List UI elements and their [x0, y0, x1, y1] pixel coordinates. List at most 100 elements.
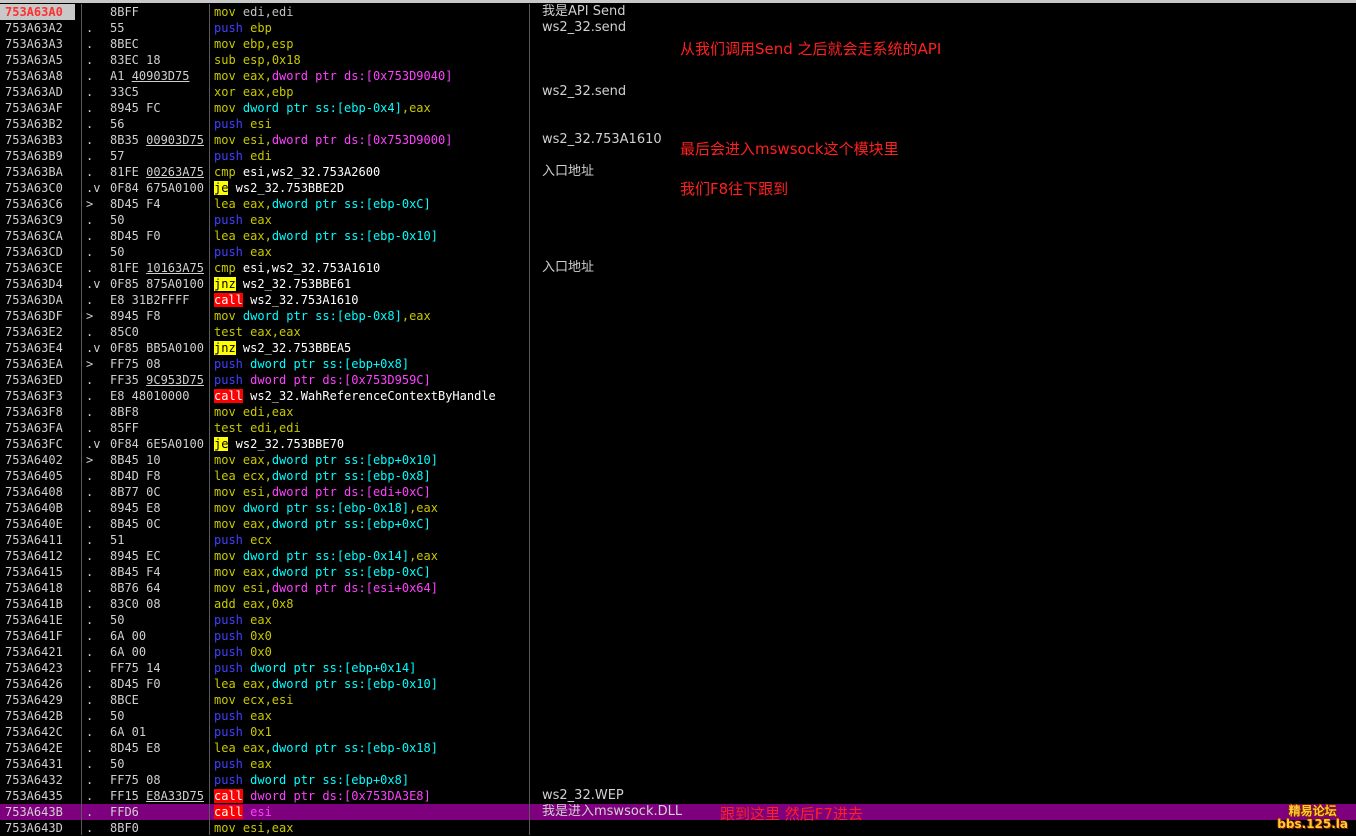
instruction-disassembly: call dword ptr ds:[0x753DA3E8]: [214, 788, 526, 804]
instruction-address: 753A63F3: [5, 389, 63, 403]
instruction-hex-bytes: 8B45 10: [110, 453, 161, 467]
instruction-operand: dword ptr ss:[ebp+0x8]: [242, 773, 410, 787]
instruction-hex-bytes: FF75 08: [110, 357, 161, 371]
instruction-row[interactable]: 753A6421. 6A 00 push 0x0: [0, 644, 1356, 660]
instruction-mnemonic: push: [214, 613, 243, 627]
instruction-row[interactable]: 753A63E2. 85C0 test eax,eax: [0, 324, 1356, 340]
instruction-disassembly: push dword ptr ss:[ebp+0x8]: [214, 356, 526, 372]
instruction-row[interactable]: 753A63C9. 50 push eax: [0, 212, 1356, 228]
instruction-row[interactable]: 753A63A5. 83EC 18 sub esp,0x18: [0, 52, 1356, 68]
instruction-address: 753A643D: [5, 821, 63, 835]
instruction-address: 753A643B: [5, 805, 63, 819]
instruction-operand: esi: [242, 805, 272, 819]
instruction-row[interactable]: 753A63CE. 81FE 10163A75 cmp esi,ws2_32.753…: [0, 260, 1356, 276]
instruction-row[interactable]: 753A63EA > FF75 08 push dword ptr ss:[ebp+0…: [0, 356, 1356, 372]
instruction-mnemonic: push: [214, 21, 243, 35]
jump-marker: [86, 4, 108, 20]
instruction-row[interactable]: 753A63D4 .v 0F85 875A0100 jnz ws2_32.753BBE…: [0, 276, 1356, 292]
instruction-hex-bytes: 8B35 00903D75: [110, 133, 204, 147]
instruction-hex-bytes: 6A 00: [110, 645, 147, 659]
instruction-operand: eax: [242, 613, 272, 627]
instruction-row[interactable]: 753A63A2. 55 push ebp ws2_32.send: [0, 20, 1356, 36]
instruction-address: 753A6412: [5, 549, 63, 563]
instruction-disassembly: push eax: [214, 708, 526, 724]
instruction-address: 753A63AD: [5, 85, 63, 99]
current-instruction-row[interactable]: 753A643B. FFD6 call esi 我是进入mswsock.DLL: [0, 804, 1356, 820]
instruction-row[interactable]: 753A63DA. E8 31B2FFFF call ws2_32.753A1610: [0, 292, 1356, 308]
jump-marker: .: [86, 69, 94, 83]
instruction-row[interactable]: 753A641F. 6A 00 push 0x0: [0, 628, 1356, 644]
instruction-address: 753A63CD: [5, 245, 63, 259]
instruction-row[interactable]: 753A6408. 8B77 0C mov esi,dword ptr ds:[ed…: [0, 484, 1356, 500]
instruction-disassembly: mov dword ptr ss:[ebp-0x8],eax: [214, 308, 526, 324]
instruction-row[interactable]: 753A63F3. E8 48010000 call ws2_32.WahRefer…: [0, 388, 1356, 404]
instruction-operand: ecx,: [235, 469, 272, 483]
instruction-operand: ws2_32.753BBE70: [228, 437, 345, 451]
instruction-row[interactable]: 753A640B. 8945 E8 mov dword ptr ss:[ebp-0x…: [0, 500, 1356, 516]
instruction-row[interactable]: 753A63BA. 81FE 00263A75 cmp esi,ws2_32.753…: [0, 164, 1356, 180]
instruction-row[interactable]: 753A6426. 8D45 F0 lea eax,dword ptr ss:[eb…: [0, 676, 1356, 692]
instruction-row[interactable]: 753A641E. 50 push eax: [0, 612, 1356, 628]
instruction-row[interactable]: 753A63F8. 8BF8 mov edi,eax: [0, 404, 1356, 420]
instruction-address: 753A63A2: [5, 21, 63, 35]
instruction-address: 753A640E: [5, 517, 63, 531]
instruction-hex-bytes: 50: [110, 213, 125, 227]
instruction-row[interactable]: 753A6411. 51 push ecx: [0, 532, 1356, 548]
instruction-row[interactable]: 753A642E. 8D45 E8 lea eax,dword ptr ss:[eb…: [0, 740, 1356, 756]
instruction-row[interactable]: 753A63B3. 8B35 00903D75 mov esi,dword ptr …: [0, 132, 1356, 148]
instruction-row[interactable]: 753A63ED. FF35 9C953D75 push dword ptr ds:…: [0, 372, 1356, 388]
instruction-hex-bytes: A1 40903D75: [110, 69, 190, 83]
instruction-address: 753A63E2: [5, 325, 63, 339]
instruction-row[interactable]: 753A63E4 .v 0F85 BB5A0100 jnz ws2_32.753BBE…: [0, 340, 1356, 356]
instruction-mnemonic: mov: [214, 101, 236, 115]
instruction-mnemonic: call: [214, 805, 243, 819]
instruction-row[interactable]: 753A6418. 8B76 64 mov esi,dword ptr ds:[es…: [0, 580, 1356, 596]
instruction-row[interactable]: 753A6435. FF15 E8A33D75 call dword ptr ds:…: [0, 788, 1356, 804]
instruction-row[interactable]: 753A6405. 8D4D F8 lea ecx,dword ptr ss:[eb…: [0, 468, 1356, 484]
instruction-row[interactable]: 753A63FC .v 0F84 6E5A0100 je ws2_32.753BBE7…: [0, 436, 1356, 452]
instruction-row[interactable]: 753A6402 >8B45 10 mov eax,dword ptr ss:[eb…: [0, 452, 1356, 468]
instruction-row[interactable]: 753A63B9. 57 push edi: [0, 148, 1356, 164]
instruction-row[interactable]: 753A63AF. 8945 FC mov dword ptr ss:[ebp-0x…: [0, 100, 1356, 116]
disassembly-pane[interactable]: 753A63A0 8BFF mov edi,edi 我是API Send 753A63A…: [0, 4, 1356, 836]
instruction-row[interactable]: 753A63C0 .v 0F84 675A0100 je ws2_32.753BBE2…: [0, 180, 1356, 196]
instruction-row[interactable]: 753A63A0 8BFF mov edi,edi 我是API Send: [0, 4, 1356, 20]
instruction-row[interactable]: 753A642B. 50 push eax: [0, 708, 1356, 724]
instruction-row[interactable]: 753A640E. 8B45 0C mov eax,dword ptr ss:[eb…: [0, 516, 1356, 532]
instruction-row[interactable]: 753A6412. 8945 EC mov dword ptr ss:[ebp-0x…: [0, 548, 1356, 564]
instruction-row[interactable]: 753A63A3. 8BEC mov ebp,esp: [0, 36, 1356, 52]
jump-marker: .: [86, 373, 94, 387]
instruction-row[interactable]: 753A641B. 83C0 08 add eax,0x8: [0, 596, 1356, 612]
instruction-row[interactable]: 753A6423. FF75 14 push dword ptr ss:[ebp+0…: [0, 660, 1356, 676]
instruction-hex-bytes: 8BFF: [110, 5, 139, 19]
instruction-operand: dword ptr ds:[edi+0xC]: [271, 485, 431, 499]
jump-marker: .: [86, 293, 94, 307]
instruction-row[interactable]: 753A642C. 6A 01 push 0x1: [0, 724, 1356, 740]
instruction-mnemonic: mov: [214, 581, 236, 595]
jump-marker: .: [86, 789, 94, 803]
instruction-row[interactable]: 753A63DF >8945 F8 mov dword ptr ss:[ebp-0x…: [0, 308, 1356, 324]
instruction-mnemonic: lea: [214, 741, 236, 755]
instruction-row[interactable]: 753A63CA. 8D45 F0 lea eax,dword ptr ss:[eb…: [0, 228, 1356, 244]
instruction-row[interactable]: 753A63CD. 50 push eax: [0, 244, 1356, 260]
instruction-row[interactable]: 753A6432. FF75 08 push dword ptr ss:[ebp+0…: [0, 772, 1356, 788]
instruction-row[interactable]: 753A643D. 8BF0 mov esi,eax: [0, 820, 1356, 836]
instruction-row[interactable]: 753A63AD. 33C5 xor eax,ebp ws2_32.send: [0, 84, 1356, 100]
instruction-mnemonic: lea: [214, 229, 236, 243]
instruction-row[interactable]: 753A6429. 8BCE mov ecx,esi: [0, 692, 1356, 708]
jump-marker: .v: [86, 277, 101, 291]
instruction-row[interactable]: 753A6415. 8B45 F4 mov eax,dword ptr ss:[eb…: [0, 564, 1356, 580]
instruction-row[interactable]: 753A6431. 50 push eax: [0, 756, 1356, 772]
instruction-disassembly: lea eax,dword ptr ss:[ebp-0x10]: [214, 228, 526, 244]
instruction-operand: dword ptr ss:[ebp+0xC]: [271, 517, 431, 531]
instruction-row[interactable]: 753A63C6 >8D45 F4 lea eax,dword ptr ss:[eb…: [0, 196, 1356, 212]
instruction-disassembly: test eax,eax: [214, 324, 526, 340]
instruction-row[interactable]: 753A63B2. 56 push esi: [0, 116, 1356, 132]
instruction-row[interactable]: 753A63A8. A1 40903D75 mov eax,dword ptr ds…: [0, 68, 1356, 84]
instruction-row[interactable]: 753A63FA. 85FF test edi,edi: [0, 420, 1356, 436]
instruction-address: 753A6418: [5, 581, 63, 595]
instruction-hex-bytes: 81FE 00263A75: [110, 165, 204, 179]
instruction-mnemonic: mov: [214, 309, 236, 323]
instruction-comment: ws2_32.753A1610: [542, 132, 662, 147]
instruction-mnemonic: mov: [214, 565, 236, 579]
